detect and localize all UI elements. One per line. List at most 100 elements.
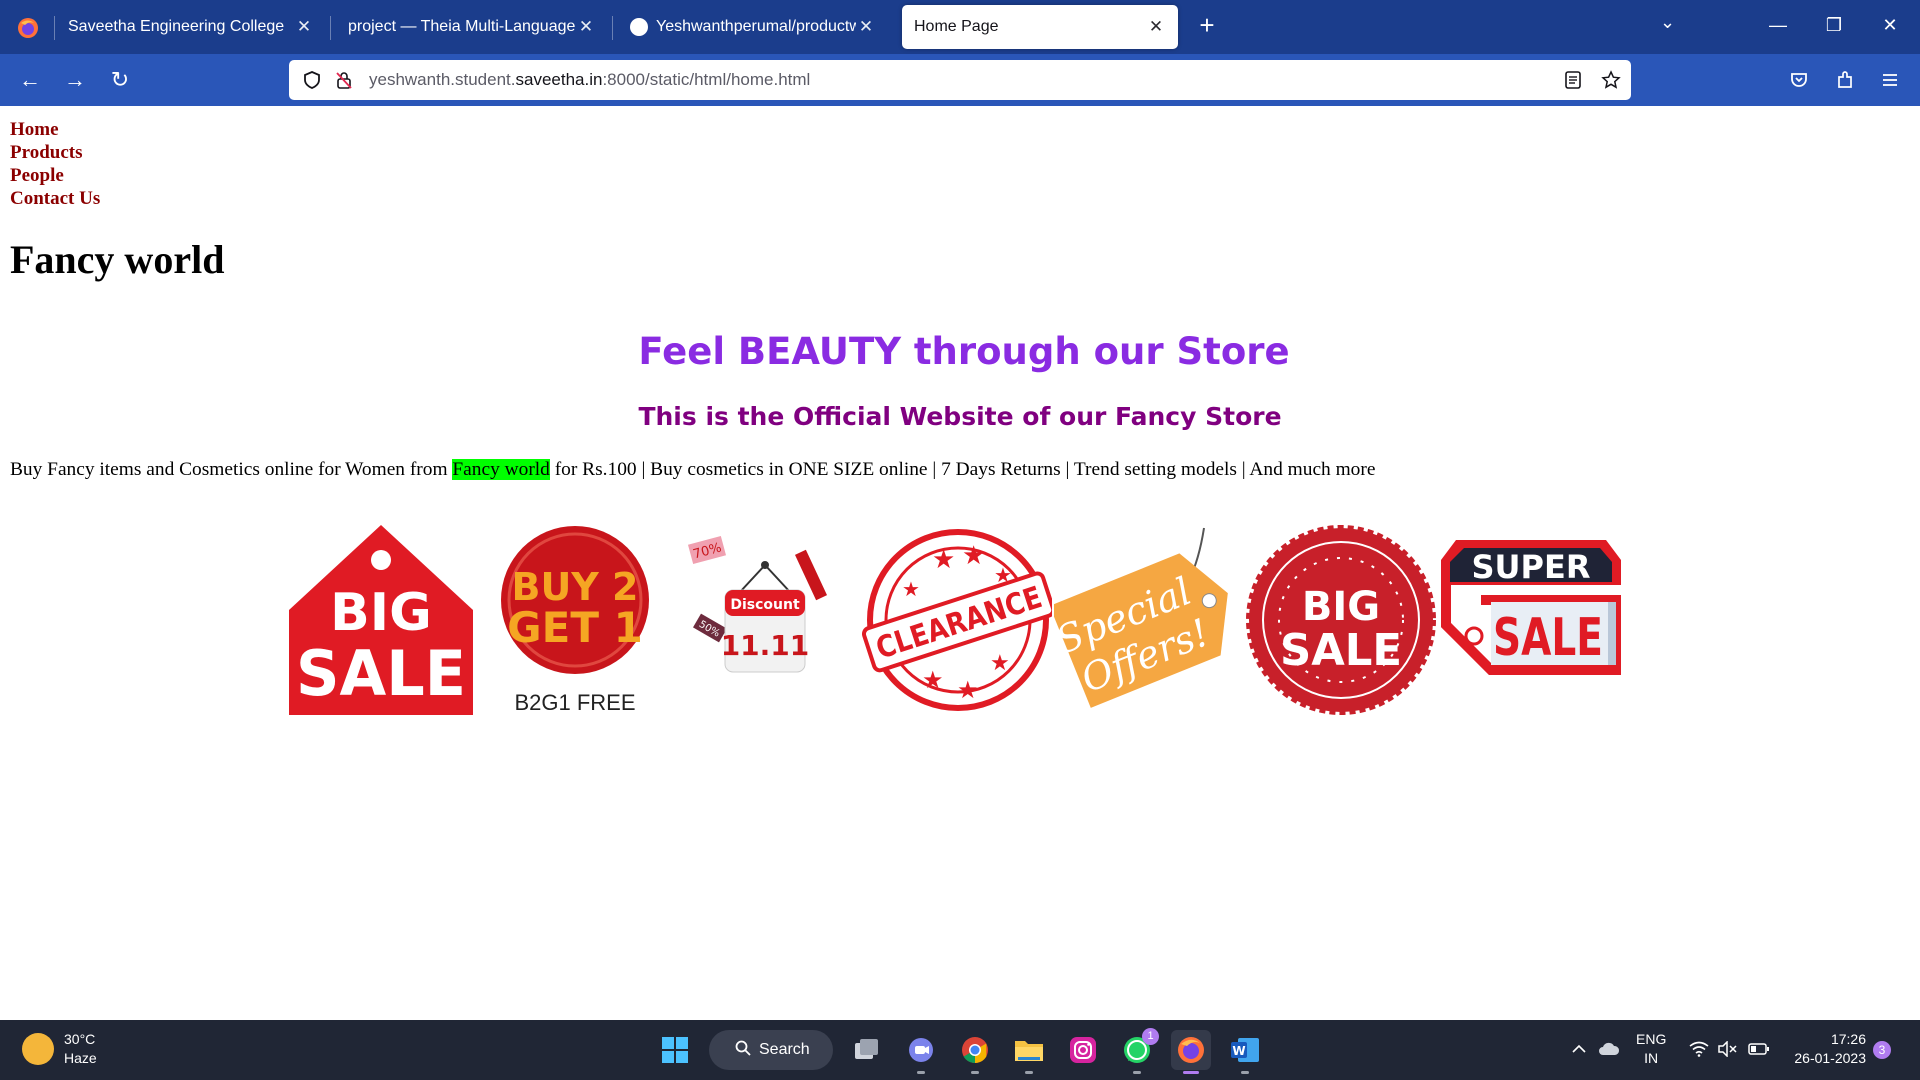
tab-title: Yeshwanthperumal/productweb [656,18,856,35]
active-window-indicator [1183,1071,1199,1074]
new-tab-icon[interactable]: + [1193,12,1221,40]
haze-weather-icon [22,1033,54,1065]
battery-icon[interactable] [1748,1038,1770,1060]
back-icon[interactable]: ← [14,64,46,96]
language-indicator[interactable]: ENG IN [1636,1030,1666,1068]
big-sale-seal-image: BIG SALE [1246,525,1436,715]
badge-text: Discount [730,597,800,613]
taskbar-apps: Search 1 W [655,1028,1265,1074]
word-icon[interactable]: W [1225,1030,1265,1074]
tab-home-page[interactable]: Home Page ✕ [902,5,1178,49]
weather-temperature: 30°C [64,1031,96,1047]
tab-saveetha[interactable]: Saveetha Engineering College ✕ [56,5,326,49]
tagline-text: for Rs.100 | Buy cosmetics in ONE SIZE o… [549,459,1376,480]
weather-widget[interactable]: 30°C Haze [22,1030,97,1068]
instagram-icon[interactable] [1063,1030,1103,1070]
clearance-stamp-image: ★ ★ ★ ★ ★ ★ ★ CLEARANCE [862,529,1052,711]
badge-text: BIG [330,583,432,643]
url-prefix: yeshwanth.student. [369,70,516,89]
nav-link-people[interactable]: People [10,164,100,187]
task-view-icon[interactable] [847,1030,887,1070]
tab-theia-project[interactable]: project — Theia Multi-Language Ex ✕ [336,5,608,49]
nav-link-contact-us[interactable]: Contact Us [10,187,100,210]
forward-icon[interactable]: → [59,64,91,96]
nav-link-home[interactable]: Home [10,118,100,141]
taskbar-search-button[interactable]: Search [709,1030,833,1070]
badge-caption: B2G1 FREE [514,690,635,715]
tab-separator [330,16,331,40]
running-indicator [971,1071,979,1074]
teams-chat-icon[interactable] [901,1030,941,1074]
buy2-get1-badge-image: BUY 2 GET 1 B2G1 FREE [501,526,649,715]
windows-start-icon[interactable] [655,1030,695,1070]
clock-date: 26-01-2023 [1794,1050,1866,1066]
close-icon[interactable]: ✕ [294,17,314,37]
file-explorer-icon[interactable] [1009,1030,1049,1074]
browser-navigation-bar: ← → ↻ yeshwanth.student.saveetha.in:8000… [0,54,1920,106]
badge-text: SUPER [1472,548,1591,586]
badge-text: SALE [296,637,466,710]
close-icon[interactable]: ✕ [1146,17,1166,37]
wifi-icon[interactable] [1688,1038,1710,1060]
shield-icon[interactable] [301,69,323,91]
extensions-icon[interactable] [1831,66,1859,94]
running-indicator [917,1071,925,1074]
tagline: Buy Fancy items and Cosmetics online for… [10,459,1375,481]
running-indicator [1025,1071,1033,1074]
badge-text: BIG [1302,584,1380,630]
running-indicator [1133,1071,1141,1074]
whatsapp-icon[interactable]: 1 [1117,1028,1159,1074]
site-nav: Home Products People Contact Us [10,118,100,210]
menu-icon[interactable] [1876,66,1904,94]
badge-text: 11.11 [721,629,810,662]
url-path: :8000/static/html/home.html [602,70,811,89]
svg-text:W: W [1232,1044,1245,1058]
tab-github[interactable]: Yeshwanthperumal/productweb ✕ [618,5,888,49]
star-icon: ★ [957,677,979,704]
tagline-text: Buy Fancy items and Cosmetics online for… [10,459,453,480]
minimize-icon[interactable]: — [1758,10,1798,40]
discount-calendar-image: 70% 50% Discount 11.11 [687,535,828,673]
star-icon: ★ [902,579,920,601]
pocket-icon[interactable] [1785,66,1813,94]
weather-condition: Haze [64,1050,97,1066]
restore-icon[interactable]: ❐ [1814,10,1854,40]
bookmark-star-icon[interactable] [1599,68,1623,92]
firefox-icon[interactable] [1171,1030,1211,1074]
tagline-highlight: Fancy world [452,459,550,480]
big-sale-tag-image: BIG SALE [289,525,473,715]
show-hidden-icons-chevron-icon[interactable] [1568,1038,1590,1060]
address-bar[interactable]: yeshwanth.student.saveetha.in:8000/stati… [289,60,1631,100]
chevron-down-icon[interactable]: ⌄ [1660,12,1675,33]
badge-text: SALE [1493,608,1603,668]
reload-icon[interactable]: ↻ [104,64,136,96]
url-text[interactable]: yeshwanth.student.saveetha.in:8000/stati… [369,70,810,90]
browser-tab-bar: Saveetha Engineering College ✕ project —… [0,0,1920,54]
tab-title: Saveetha Engineering College [68,18,285,35]
windows-taskbar: 30°C Haze Search 1 W ENG IN 17:26 26-01-… [0,1020,1920,1080]
badge-text: GET 1 [507,603,643,652]
star-icon: ★ [962,540,985,570]
star-icon: ★ [932,544,955,574]
speaker-muted-icon[interactable] [1716,1038,1738,1060]
special-offers-tag-image: Special Offers! [1054,527,1228,708]
tab-separator [612,16,613,40]
chrome-icon[interactable] [955,1030,995,1074]
reader-view-icon[interactable] [1561,68,1585,92]
lock-insecure-icon[interactable] [333,69,355,91]
super-sale-badge-image: SUPER SALE [1441,540,1621,675]
tab-title: Home Page [914,18,999,35]
close-icon[interactable]: ✕ [856,17,876,37]
site-title: Fancy world [10,237,225,282]
search-label: Search [759,1041,810,1058]
clock[interactable]: 17:26 26-01-2023 [1786,1030,1866,1068]
close-icon[interactable]: ✕ [576,17,596,37]
onedrive-cloud-icon[interactable] [1598,1038,1620,1060]
notification-center-badge[interactable]: 3 [1873,1041,1891,1059]
nav-link-products[interactable]: Products [10,141,100,164]
tab-separator [54,16,55,40]
search-icon [735,1040,751,1061]
firefox-view-icon[interactable] [10,10,46,46]
web-page-content: Home Products People Contact Us Fancy wo… [0,106,1920,1020]
close-window-icon[interactable]: ✕ [1870,10,1910,40]
